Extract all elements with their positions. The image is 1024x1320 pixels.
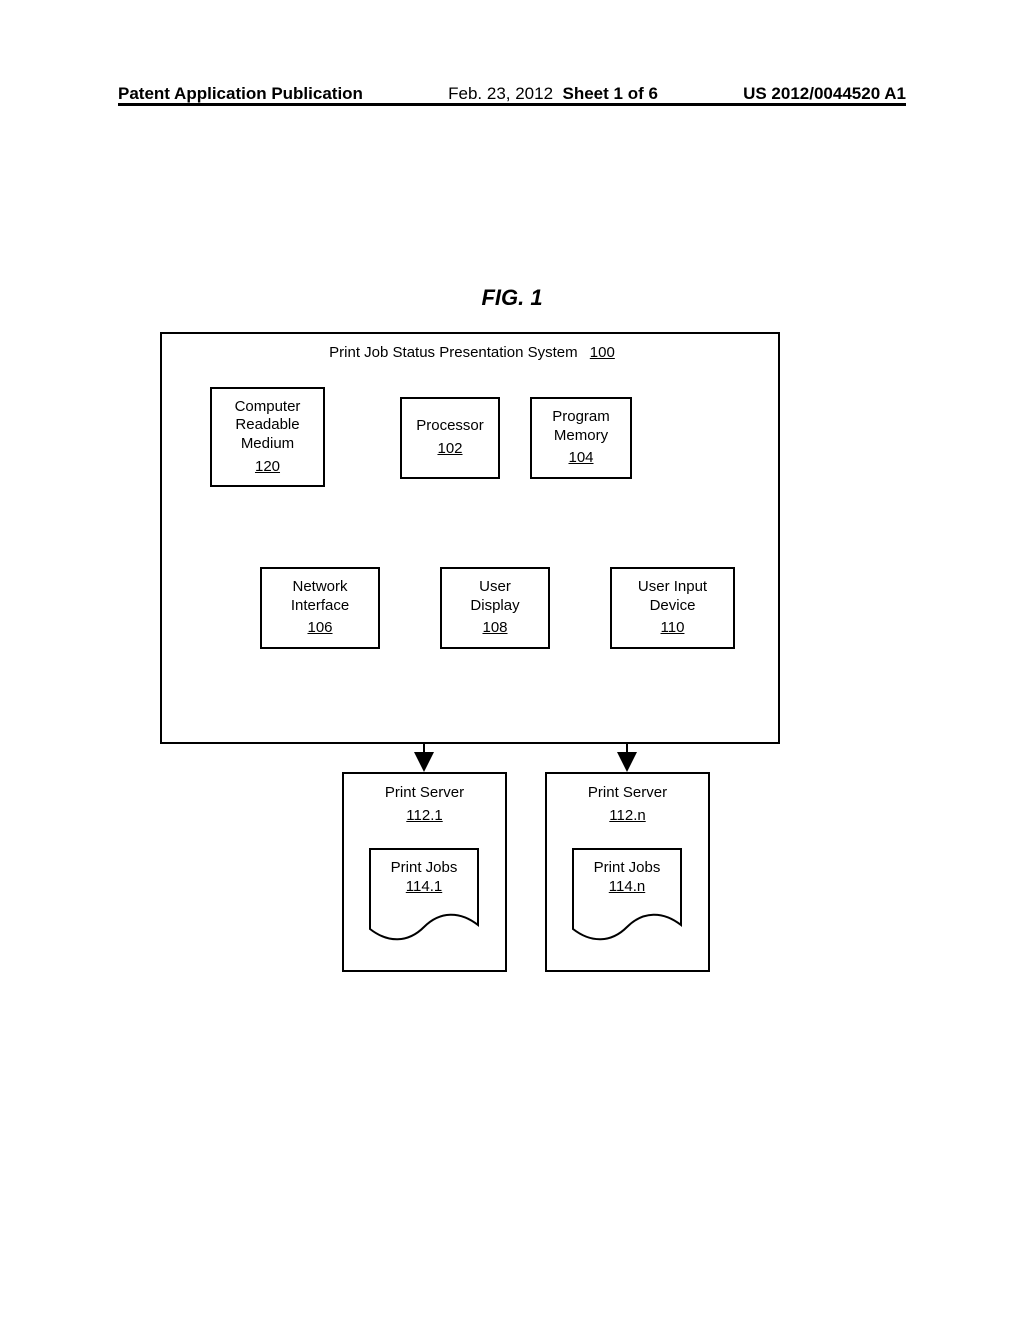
block-network-interface: Network Interface 106 — [260, 567, 380, 649]
header-rule — [118, 103, 906, 106]
system-ref: 100 — [590, 344, 615, 361]
block-user-input-device: User Input Device 110 — [610, 567, 735, 649]
block-processor: Processor 102 — [400, 397, 500, 479]
block-computer-readable-medium: Computer Readable Medium 120 — [210, 387, 325, 487]
header-left: Patent Application Publication — [118, 84, 363, 104]
header-pubno: US 2012/0044520 A1 — [743, 84, 906, 104]
figure-title: FIG. 1 — [0, 285, 1024, 311]
document-print-jobs-n: Print Jobs 114.n — [571, 847, 683, 947]
block-user-display: User Display 108 — [440, 567, 550, 649]
system-title: Print Job Status Presentation System 100 — [162, 344, 782, 363]
page-header: Patent Application Publication Feb. 23, … — [118, 84, 906, 104]
block-program-memory: Program Memory 104 — [530, 397, 632, 479]
document-print-jobs-1: Print Jobs 114.1 — [368, 847, 480, 947]
diagram-canvas: Print Job Status Presentation System 100… — [160, 332, 864, 992]
header-center: Feb. 23, 2012 Sheet 1 of 6 — [448, 84, 658, 104]
